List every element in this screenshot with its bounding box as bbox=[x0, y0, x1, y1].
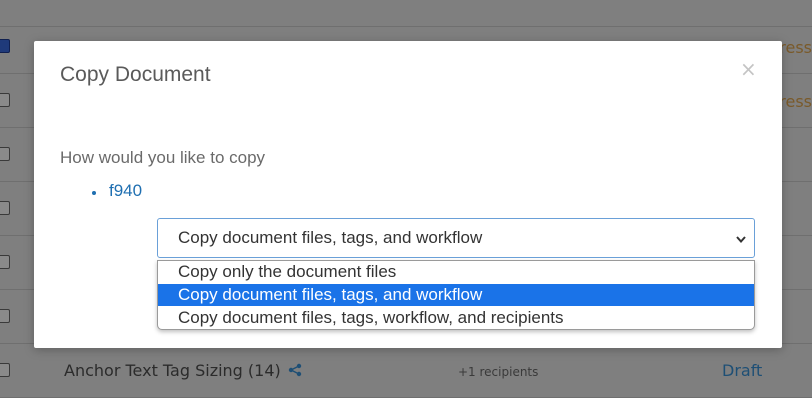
row-checkbox[interactable] bbox=[0, 39, 10, 53]
dropdown-option[interactable]: Copy only the document files bbox=[158, 261, 754, 283]
row-checkbox[interactable] bbox=[0, 147, 10, 161]
status-label: ress bbox=[779, 38, 812, 57]
share-icon[interactable] bbox=[288, 363, 302, 377]
list-row: Anchor Text Tag Sizing (14) +1 recipient… bbox=[0, 343, 812, 398]
recipients-count: +1 recipients bbox=[458, 365, 539, 379]
copy-document-modal: Copy Document × How would you like to co… bbox=[34, 41, 782, 348]
select-value: Copy document files, tags, and workflow bbox=[178, 228, 483, 247]
modal-title: Copy Document bbox=[60, 63, 211, 86]
dropdown-option-selected[interactable]: Copy document files, tags, and workflow bbox=[158, 284, 754, 306]
close-icon[interactable]: × bbox=[740, 59, 757, 79]
document-link[interactable]: f940 bbox=[109, 181, 142, 201]
chevron-down-icon bbox=[736, 236, 746, 244]
row-checkbox[interactable] bbox=[0, 93, 10, 107]
copy-option-dropdown: Copy only the document files Copy docume… bbox=[157, 260, 755, 330]
status-label: Draft bbox=[722, 361, 763, 380]
row-checkbox[interactable] bbox=[0, 363, 10, 377]
document-name[interactable]: Anchor Text Tag Sizing (14) bbox=[64, 361, 281, 380]
dropdown-option[interactable]: Copy document files, tags, workflow, and… bbox=[158, 307, 754, 329]
row-checkbox[interactable] bbox=[0, 309, 10, 323]
row-checkbox[interactable] bbox=[0, 255, 10, 269]
row-checkbox[interactable] bbox=[0, 201, 10, 215]
list-bullet bbox=[92, 191, 96, 195]
status-label: ress bbox=[779, 92, 812, 111]
copy-option-select[interactable]: Copy document files, tags, and workflow bbox=[157, 218, 755, 258]
copy-prompt: How would you like to copy bbox=[60, 148, 266, 167]
